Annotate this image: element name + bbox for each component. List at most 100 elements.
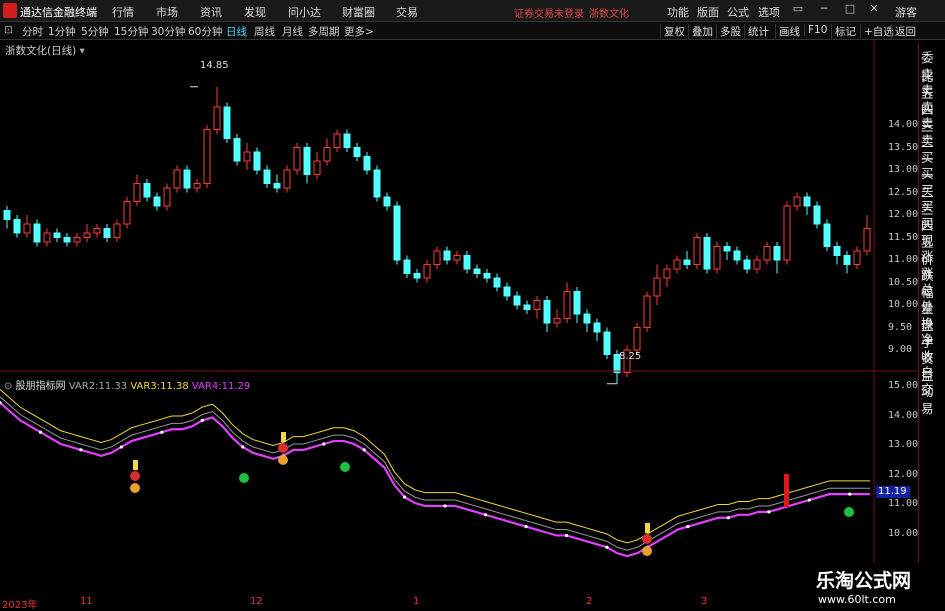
menu-zixun[interactable]: 资讯 [200,4,222,20]
candle-body [173,169,181,189]
indicator-y-label: 10.00 [888,527,919,539]
current-value-tag: 11.19 [876,486,910,498]
var4-dot [362,448,366,452]
tool-fanhui[interactable]: 返回 [891,24,919,39]
var4-dot [38,430,43,434]
period-5min[interactable]: 5分钟 [81,24,109,39]
indicator-menu-icon[interactable]: ⊙ [4,381,12,392]
window-maximize-icon[interactable]: □ [842,2,858,18]
menu-banmian[interactable]: 版面 [697,4,719,20]
var2-label: VAR2: [68,381,99,392]
candle-body [153,196,161,207]
period-weekly[interactable]: 周线 [254,24,275,39]
period-1min[interactable]: 1分钟 [48,24,76,39]
var4-dot [241,445,245,449]
expand-icon[interactable]: ⊡ [4,24,13,36]
candle-body [343,133,351,148]
candle-body [543,300,551,324]
tool-diejia[interactable]: 叠加 [688,24,716,39]
signal-bar [133,460,138,470]
candle-body [503,286,511,297]
tool-huaxian[interactable]: 画线 [775,24,803,39]
candle-body [753,259,761,270]
low-label: 8.25 [619,351,642,362]
menu-hangqing[interactable]: 行情 [112,4,134,20]
var3-value: 11.38 [160,381,189,392]
menu-faxian[interactable]: 发现 [244,4,266,20]
candle-body [253,151,261,171]
candle-body [733,250,741,261]
period-60min[interactable]: 60分钟 [188,24,222,39]
period-15min[interactable]: 15分钟 [114,24,148,39]
buy-signal-icon [130,471,140,481]
menu-caifuquan[interactable]: 财富圈 [342,4,375,20]
candle-body [783,205,791,261]
tool-duogu[interactable]: 多股 [716,24,744,39]
menu-gongshi[interactable]: 公式 [727,4,749,20]
candle-body [273,183,281,189]
var4-dot [524,525,528,529]
tool-f10[interactable]: F10 [804,24,830,36]
period-daily[interactable]: 日线 [226,24,247,39]
tool-fuquan[interactable]: 复权 [660,24,688,39]
candle-body [373,169,381,198]
menu-xuanxiang[interactable]: 选项 [758,4,780,20]
candle-body [283,169,291,189]
period-multi[interactable]: 多周期 [308,24,340,39]
menu-jiaoyi[interactable]: 交易 [396,4,418,20]
candle-body [123,201,131,225]
var4-dot [564,533,569,538]
period-fenshi[interactable]: 分时 [22,24,43,39]
window-minimize-icon[interactable]: ─ [816,2,832,18]
candle-body [13,219,21,234]
indicator-name[interactable]: 股朋指标网 [16,381,66,392]
tool-biaoji[interactable]: 标记 [831,24,859,39]
tool-tongji[interactable]: 统计 [744,24,772,39]
candle-body [553,318,561,324]
watermark-title: 乐淘公式网 [816,570,912,592]
window-close-icon[interactable]: ✕ [866,2,882,18]
candle-body [483,273,491,279]
candle-body [463,255,471,270]
candle-body [573,291,581,315]
candle-body [163,187,171,207]
x-label-12: 12 [250,596,263,607]
candle-body [213,106,221,130]
candle-body [833,246,841,256]
period-monthly[interactable]: 月线 [282,24,303,39]
candle-body [23,223,31,234]
sell-signal-icon [340,462,350,472]
candle-body [763,246,771,261]
candle-body [63,237,71,243]
money-signal-icon [642,546,652,556]
menu-gongneng[interactable]: 功能 [667,4,689,20]
menu-shichang[interactable]: 市场 [156,4,178,20]
candle-body [523,304,531,310]
indicator-title: ⊙ 股朋指标网 VAR2:11.33 VAR3:11.38 VAR4:11.29 [4,377,250,392]
period-more[interactable]: 更多> [344,24,374,39]
candle-body [773,246,781,261]
candle-body [513,295,521,306]
sell-signal-icon [844,507,854,517]
stock-notice[interactable]: 浙数文化 [589,5,629,20]
candlestick-group [3,86,871,385]
menu-bar: 通达信金融终端 行情 市场 资讯 发现 问小达 财富圈 交易 证券交易未登录 浙… [0,0,945,22]
period-30min[interactable]: 30分钟 [151,24,185,39]
menu-wenxiaoda[interactable]: 问小达 [288,4,321,20]
sell-signal-icon [239,473,249,483]
y-axis-label: 13.00 [888,164,919,175]
y-axis-label: 11.00 [888,254,919,265]
red-signal-bar [784,474,789,507]
y-axis-label: 10.00 [888,299,919,310]
var4-dot [686,525,690,529]
candle-body [113,223,121,238]
candle-body [603,331,611,355]
var4-line [0,401,870,558]
candle-body [353,147,361,157]
candle-body [703,237,711,270]
window-menu-icon[interactable]: ▭ [790,2,806,18]
candle-body [813,205,821,225]
login-notice[interactable]: 证券交易未登录 [514,5,584,20]
guest-label[interactable]: 游客 [895,4,917,20]
indicator-y-label: 14.00 [888,409,919,421]
